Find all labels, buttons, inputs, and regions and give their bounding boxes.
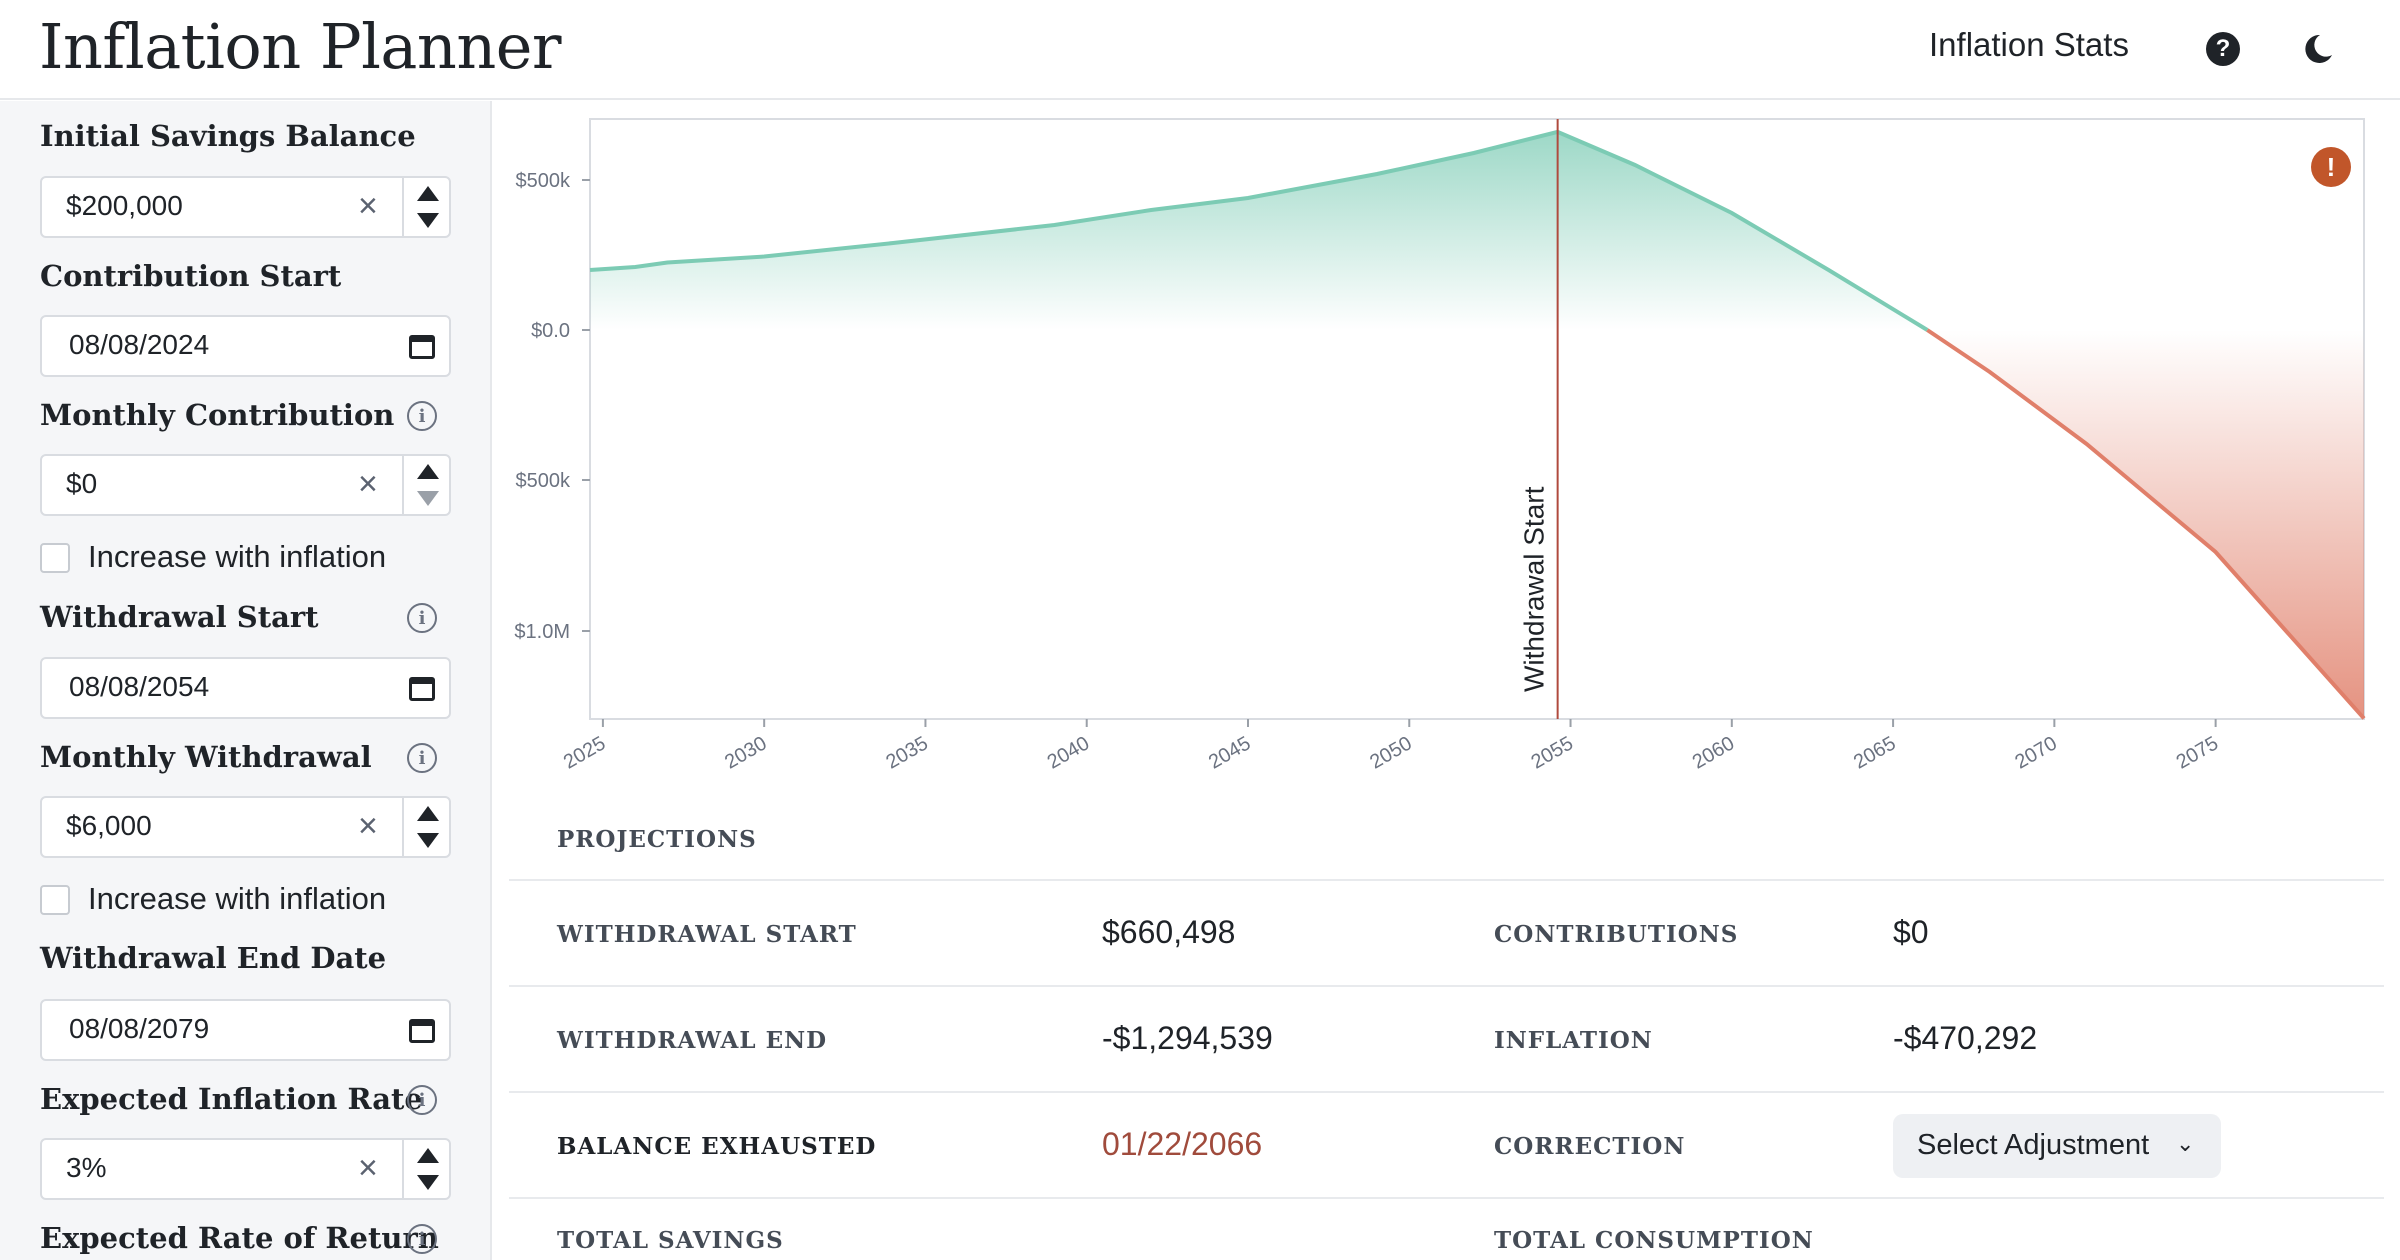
withdrawal-inflation-label: Increase with inflation	[88, 881, 387, 916]
app-title: Inflation Planner	[39, 10, 562, 83]
increment-icon[interactable]	[417, 464, 439, 479]
settings-sidebar: Initial Savings Balance $200,000 × Contr…	[0, 101, 492, 1260]
inflation-stat-value: -$470,292	[1893, 1020, 2038, 1056]
withdrawal-start-date-input[interactable]: 08/08/2054	[40, 657, 451, 719]
monthly-contribution-value: $0	[66, 468, 98, 499]
select-adjustment-dropdown[interactable]: Select Adjustment ⌄	[1893, 1114, 2221, 1178]
negative-balance-area	[1927, 330, 2364, 719]
initial-savings-value: $200,000	[66, 190, 183, 221]
monthly-contribution-stepper[interactable]	[402, 456, 451, 514]
contributions-stat-value: $0	[1893, 914, 1929, 950]
monthly-contribution-label: Monthly Contribution	[40, 398, 395, 432]
x-tick-label: 2070	[2011, 732, 2061, 773]
decrement-icon[interactable]	[417, 1175, 439, 1190]
inflation-rate-label: Expected Inflation Rate	[40, 1082, 423, 1116]
clear-icon[interactable]: ×	[358, 1149, 378, 1188]
divider	[509, 879, 2384, 881]
monthly-withdrawal-input[interactable]: $6,000 ×	[40, 796, 451, 858]
initial-savings-label: Initial Savings Balance	[40, 119, 416, 153]
withdrawal-start-value: 08/08/2054	[69, 671, 210, 702]
withdrawal-end-label: Withdrawal End Date	[40, 941, 387, 975]
withdrawal-start-label: Withdrawal Start	[40, 600, 319, 634]
moon-icon[interactable]	[2300, 31, 2336, 67]
decrement-icon[interactable]	[417, 213, 439, 228]
info-icon[interactable]: i	[407, 743, 437, 773]
balance-exhausted-stat-label: BALANCE EXHAUSTED	[557, 1133, 877, 1160]
select-adjustment-label: Select Adjustment	[1917, 1129, 2150, 1161]
x-tick-label: 2035	[882, 732, 932, 773]
y-tick-label: $1.0M	[514, 621, 570, 643]
withdrawal-end-stat-label: WITHDRAWAL END	[557, 1027, 828, 1054]
monthly-withdrawal-stepper[interactable]	[402, 798, 451, 856]
decrement-icon[interactable]	[417, 491, 439, 506]
initial-savings-stepper[interactable]	[402, 178, 451, 236]
info-icon[interactable]: i	[407, 603, 437, 633]
x-tick-label: 2030	[721, 732, 771, 773]
total-consumption-label: TOTAL CONSUMPTION	[1494, 1227, 1814, 1254]
warning-icon[interactable]: !	[2311, 147, 2351, 187]
withdrawal-inflation-checkbox[interactable]	[40, 885, 70, 915]
clear-icon[interactable]: ×	[358, 187, 378, 226]
app-header: Inflation Planner Inflation Stats ?	[0, 0, 2400, 100]
x-tick-label: 2050	[1366, 732, 1416, 773]
withdrawal-start-stat-value: $660,498	[1102, 914, 1236, 950]
inflation-stat-label: INFLATION	[1494, 1027, 1653, 1054]
decrement-icon[interactable]	[417, 833, 439, 848]
y-tick-label: $500k	[516, 470, 571, 492]
monthly-withdrawal-label: Monthly Withdrawal	[40, 740, 372, 774]
chevron-down-icon: ⌄	[2176, 1131, 2195, 1156]
projections-title: PROJECTIONS	[557, 826, 757, 853]
x-tick-label: 2045	[1205, 732, 1255, 773]
increment-icon[interactable]	[417, 186, 439, 201]
x-tick-label: 2060	[1689, 732, 1739, 773]
withdrawal-end-value: 08/08/2079	[69, 1013, 210, 1044]
contribution-inflation-label: Increase with inflation	[88, 539, 387, 574]
inflation-rate-input[interactable]: 3% ×	[40, 1138, 451, 1200]
increment-icon[interactable]	[417, 1148, 439, 1163]
x-tick-label: 2040	[1044, 732, 1094, 773]
monthly-contribution-input[interactable]: $0 ×	[40, 454, 451, 516]
contribution-inflation-checkbox[interactable]	[40, 543, 70, 573]
withdrawal-end-stat-value: -$1,294,539	[1102, 1020, 1273, 1056]
divider	[509, 985, 2384, 987]
x-tick-label: 2055	[1528, 732, 1578, 773]
initial-savings-input[interactable]: $200,000 ×	[40, 176, 451, 238]
clear-icon[interactable]: ×	[358, 465, 378, 504]
divider	[509, 1091, 2384, 1093]
x-tick-label: 2025	[560, 732, 610, 773]
rate-of-return-label: Expected Rate of Return	[40, 1221, 439, 1255]
calendar-icon[interactable]	[409, 677, 435, 701]
increment-icon[interactable]	[417, 806, 439, 821]
withdrawal-start-annotation: Withdrawal Start	[1519, 486, 1550, 692]
calendar-icon[interactable]	[409, 335, 435, 359]
total-savings-label: TOTAL SAVINGS	[557, 1227, 784, 1254]
balance-chart: Withdrawal Start $500k $0.0 $500k $1.0M 2025 2…	[514, 118, 2366, 774]
correction-stat-label: CORRECTION	[1494, 1133, 1686, 1160]
calendar-icon[interactable]	[409, 1019, 435, 1043]
inflation-stats-link[interactable]: Inflation Stats	[1929, 26, 2129, 64]
x-tick-label: 2065	[1850, 732, 1900, 773]
info-icon[interactable]: i	[407, 1085, 437, 1115]
info-icon[interactable]: i	[407, 1224, 437, 1254]
y-tick-label: $500k	[516, 170, 571, 192]
contributions-stat-label: CONTRIBUTIONS	[1494, 921, 1739, 948]
inflation-rate-stepper[interactable]	[402, 1140, 451, 1198]
contribution-start-date-input[interactable]: 08/08/2024	[40, 315, 451, 377]
withdrawal-start-stat-label: WITHDRAWAL START	[557, 921, 857, 948]
contribution-start-label: Contribution Start	[40, 259, 342, 293]
withdrawal-end-date-input[interactable]: 08/08/2079	[40, 999, 451, 1061]
monthly-withdrawal-value: $6,000	[66, 810, 152, 841]
help-icon[interactable]: ?	[2206, 32, 2240, 66]
clear-icon[interactable]: ×	[358, 807, 378, 846]
info-icon[interactable]: i	[407, 401, 437, 431]
x-tick-label: 2075	[2173, 732, 2223, 773]
contribution-start-value: 08/08/2024	[69, 329, 210, 360]
y-tick-label: $0.0	[531, 320, 570, 342]
balance-exhausted-stat-value: 01/22/2066	[1102, 1126, 1263, 1162]
positive-balance-area	[590, 131, 1928, 330]
divider	[509, 1197, 2384, 1199]
inflation-rate-value: 3%	[66, 1152, 107, 1183]
